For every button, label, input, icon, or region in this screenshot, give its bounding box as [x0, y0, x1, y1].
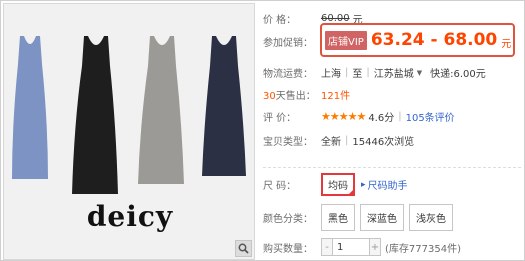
selected-corner-icon: [348, 189, 354, 195]
color-option-grey[interactable]: 浅灰色: [409, 204, 453, 231]
size-helper-link[interactable]: 尺码助手: [368, 177, 408, 192]
sales-label: 30天售出：: [263, 87, 321, 102]
size-label: 尺 码：: [263, 181, 297, 192]
promo-price-box: 店铺VIP 63.24 - 68.00 元: [320, 23, 515, 57]
ship-to-select[interactable]: 江苏盐城: [374, 65, 414, 80]
product-info: 价 格： 60.00 元 参加促销： 店铺VIP 63.24 - 68.00 元…: [263, 1, 523, 261]
color-option-navy[interactable]: 深蓝色: [360, 204, 404, 231]
chevron-down-icon[interactable]: ▼: [417, 69, 422, 77]
sales-days: 30: [263, 91, 276, 102]
vip-badge: 店铺VIP: [325, 30, 367, 50]
shipping-row: 物流运费： 上海 | 至 | 江苏盐城 ▼ 快递:6.00元: [263, 65, 486, 80]
shipping-method: 快递:6.00元: [430, 69, 486, 80]
sales-count: 121件: [321, 91, 351, 102]
ship-to-label: 至: [352, 69, 363, 80]
product-panel: deicy 价 格： 60.00 元 参加促销： 店铺VIP 63.24 - 6…: [0, 0, 525, 261]
quantity-row: 购买数量： - 1 + (库存777354件): [263, 238, 461, 256]
quantity-stepper: - 1 +: [321, 238, 381, 256]
quantity-input[interactable]: 1: [333, 238, 369, 256]
stock-count: (库存777354件): [385, 243, 461, 255]
promo-unit: 元: [501, 38, 512, 50]
rating-label: 评 价：: [263, 113, 297, 124]
divider: |: [366, 67, 370, 78]
magnifier-icon: [238, 243, 249, 254]
size-option-label: 均码: [328, 181, 348, 192]
zoom-button[interactable]: [235, 240, 252, 257]
color-row: 颜色分类： 黑色 深蓝色 浅灰色: [263, 204, 458, 231]
dress-blue: [12, 36, 48, 179]
view-count: 15446次浏览: [352, 137, 415, 148]
rating-score: 4.6分: [368, 113, 395, 124]
promo-label: 参加促销：: [263, 38, 313, 49]
condition-label: 宝贝类型：: [263, 137, 313, 148]
product-image[interactable]: deicy: [3, 3, 255, 260]
divider: |: [345, 67, 349, 78]
rating-row: 评 价： ★★★★★ 4.6分 | 105条评价: [263, 109, 455, 124]
reviews-link[interactable]: 105条评价: [406, 109, 455, 124]
brand-logo: deicy: [86, 200, 174, 233]
condition-row: 宝贝类型： 全新 | 15446次浏览: [263, 133, 414, 148]
condition-type: 全新: [321, 137, 341, 148]
promo-price: 63.24 - 68.00: [370, 30, 498, 50]
star-rating-icon: ★★★★★: [321, 110, 366, 123]
shipping-label: 物流运费：: [263, 69, 313, 80]
price-label: 价 格：: [263, 15, 297, 26]
dress-navy: [202, 36, 246, 176]
sales-row: 30天售出： 121件: [263, 87, 350, 102]
sales-label-text: 天售出：: [275, 91, 316, 102]
promo-label-row: 参加促销：: [263, 34, 321, 49]
decrement-button[interactable]: -: [321, 238, 333, 256]
quantity-label: 购买数量：: [263, 243, 313, 255]
ship-from: 上海: [321, 69, 341, 80]
size-option-selected[interactable]: 均码: [321, 173, 355, 196]
color-option-black[interactable]: 黑色: [321, 204, 355, 231]
chevron-right-icon[interactable]: ▸: [361, 180, 366, 190]
divider: |: [345, 135, 349, 146]
dress-grey: [138, 36, 184, 184]
increment-button[interactable]: +: [369, 238, 381, 256]
section-divider: [263, 167, 521, 168]
divider: |: [398, 111, 402, 122]
dress-black: [72, 36, 118, 194]
color-label: 颜色分类：: [263, 214, 313, 225]
size-row: 尺 码： 均码 ▸ 尺码助手: [263, 173, 408, 196]
